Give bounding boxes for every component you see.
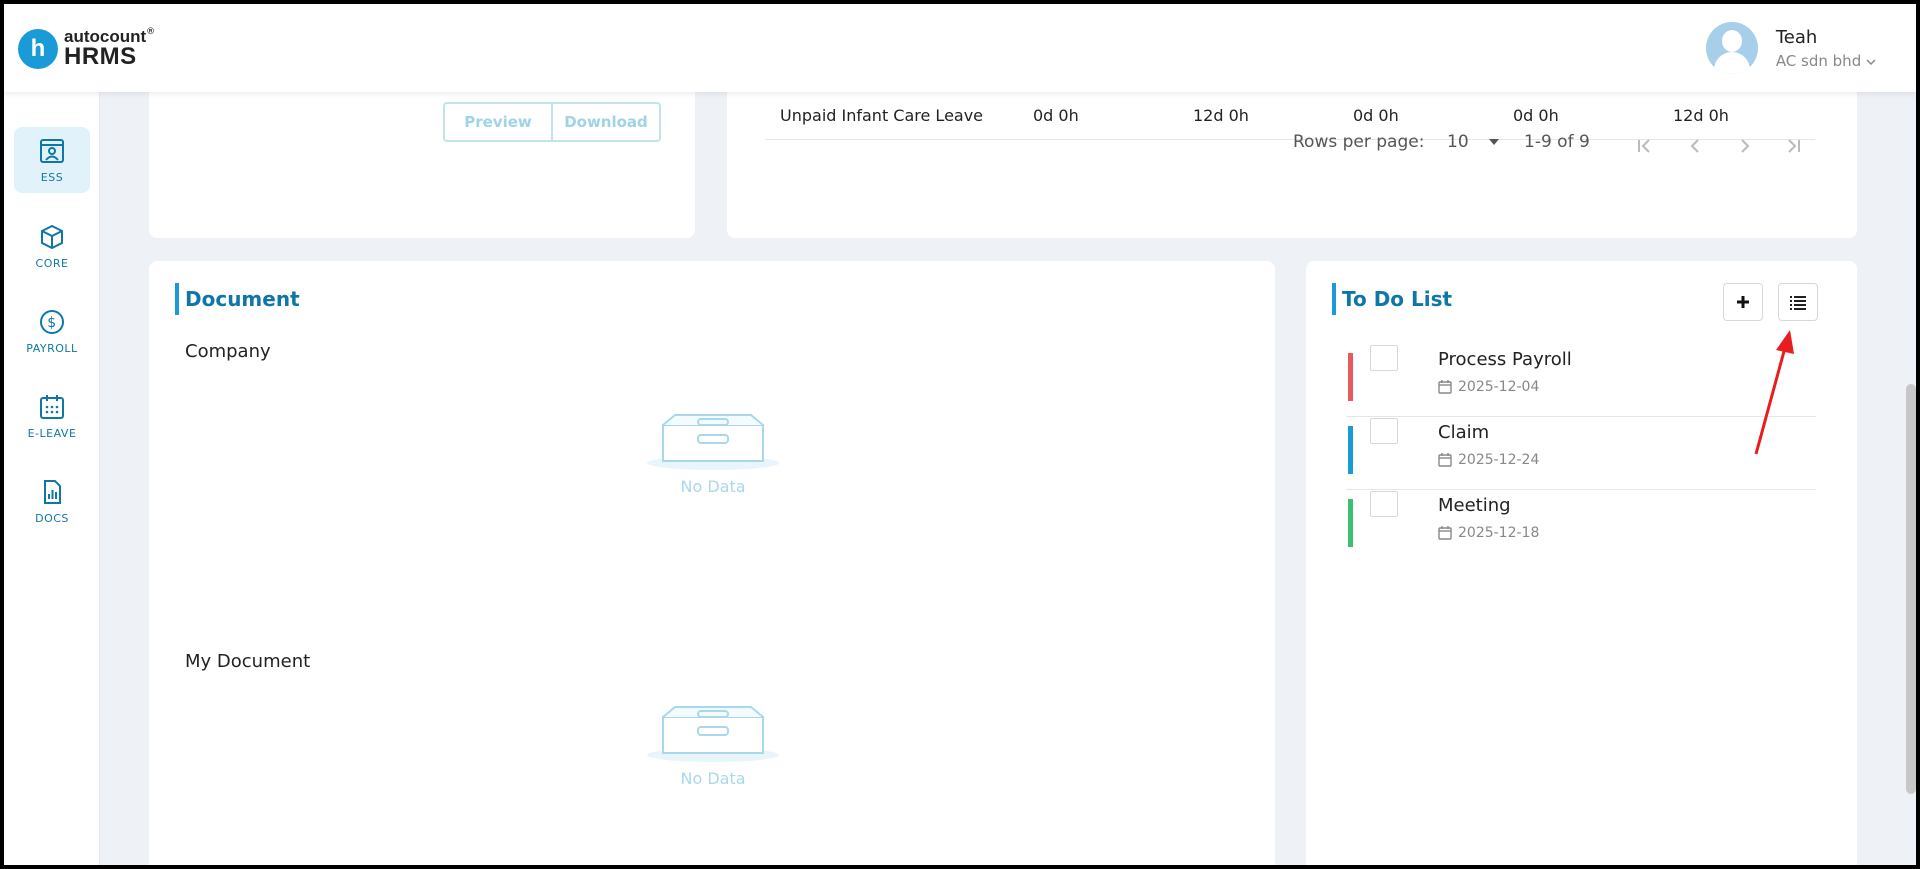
pagination-range: 1-9 of 9 <box>1524 132 1590 152</box>
todo-name: Meeting <box>1438 495 1511 516</box>
no-data-text: No Data <box>680 477 746 496</box>
sidebar-item-e-leave[interactable]: E-LEAVE <box>14 383 90 449</box>
todo-checkbox[interactable] <box>1370 345 1398 371</box>
card-title: Document <box>175 283 300 315</box>
last-page-icon[interactable] <box>1783 136 1803 156</box>
top-header: h autocount® HRMS Teah AC sdn bhd <box>4 4 1916 92</box>
person-badge-icon <box>40 138 64 163</box>
sidebar-item-payroll[interactable]: $ PAYROLL <box>14 298 90 364</box>
sidebar-item-label: CORE <box>35 256 69 270</box>
avatar[interactable] <box>1705 22 1758 74</box>
calendar-icon <box>1438 380 1452 394</box>
section-company-label: Company <box>185 341 271 362</box>
todo-date: 2025-12-04 <box>1458 379 1540 395</box>
rows-per-page-value: 10 <box>1447 132 1469 152</box>
company-selector[interactable]: AC sdn bhd <box>1776 52 1876 70</box>
add-todo-button[interactable] <box>1723 283 1763 321</box>
todo-date: 2025-12-18 <box>1458 525 1540 541</box>
user-menu[interactable]: Teah AC sdn bhd <box>1705 22 1876 74</box>
todo-date: 2025-12-24 <box>1458 452 1540 468</box>
sidebar-item-label: DOCS <box>35 511 69 525</box>
sidebar: ESS CORE $ PAYROLL E-LEAVE DOCS <box>4 92 100 865</box>
empty-box-icon <box>647 414 779 470</box>
page-scrollbar[interactable] <box>1906 384 1916 794</box>
logo-registered-mark: ® <box>146 27 156 37</box>
todo-list-view-button[interactable] <box>1778 283 1818 321</box>
sidebar-item-label: E-LEAVE <box>27 426 77 440</box>
table-row: Unpaid Infant Care Leave 0d 0h 12d 0h 0d… <box>765 92 1815 140</box>
leave-value-cell: 0d 0h <box>1353 106 1399 125</box>
leave-value-cell: 12d 0h <box>1673 106 1729 125</box>
download-button[interactable]: Download <box>551 104 659 140</box>
priority-bar <box>1348 426 1353 474</box>
logo-mark-icon: h <box>18 28 58 69</box>
leave-value-cell: 12d 0h <box>1193 106 1249 125</box>
calendar-icon <box>1438 526 1452 540</box>
payslip-actions: Preview Download <box>443 102 661 142</box>
sidebar-item-label: ESS <box>40 170 64 184</box>
card-title: To Do List <box>1332 283 1452 315</box>
cube-icon <box>41 224 63 249</box>
sidebar-item-docs[interactable]: DOCS <box>14 468 90 534</box>
empty-box-icon <box>647 706 779 762</box>
list-item[interactable]: Meeting 2025-12-18 <box>1346 491 1816 563</box>
prev-page-icon[interactable] <box>1685 136 1705 156</box>
sidebar-item-ess[interactable]: ESS <box>14 127 90 193</box>
empty-state: No Data <box>643 411 783 496</box>
leave-type-cell: Unpaid Infant Care Leave <box>780 106 984 125</box>
no-data-text: No Data <box>680 769 746 788</box>
priority-bar <box>1348 499 1353 547</box>
calendar-icon <box>1438 453 1452 467</box>
logo-product-text: HRMS <box>64 43 137 70</box>
todo-checkbox[interactable] <box>1370 418 1398 444</box>
leave-value-cell: 0d 0h <box>1513 106 1559 125</box>
rows-per-page-select[interactable]: 10 <box>1447 132 1501 152</box>
leave-value-cell: 0d 0h <box>1033 106 1079 125</box>
next-page-icon[interactable] <box>1735 136 1755 156</box>
document-card: Document Company No Data My Document No … <box>149 261 1275 865</box>
first-page-icon[interactable] <box>1635 136 1655 156</box>
calendar-icon <box>40 394 64 419</box>
todo-name: Claim <box>1438 422 1490 443</box>
rows-per-page-label: Rows per page: <box>1293 132 1425 152</box>
priority-bar <box>1348 353 1353 401</box>
plus-icon <box>1737 296 1749 308</box>
sidebar-item-core[interactable]: CORE <box>14 213 90 279</box>
dollar-icon: $ <box>40 309 64 334</box>
user-name: Teah <box>1775 26 1818 48</box>
chevron-down-icon <box>1866 58 1876 65</box>
section-my-document-label: My Document <box>185 651 311 672</box>
company-name: AC sdn bhd <box>1775 51 1862 70</box>
svg-text:$: $ <box>47 315 56 331</box>
preview-button[interactable]: Preview <box>445 104 551 140</box>
app-frame: h autocount® HRMS Teah AC sdn bhd ESS CO… <box>4 4 1916 865</box>
todo-checkbox[interactable] <box>1370 491 1398 517</box>
todo-name: Process Payroll <box>1438 349 1572 370</box>
sidebar-item-label: PAYROLL <box>26 341 78 355</box>
list-icon <box>1790 296 1806 310</box>
empty-state: No Data <box>643 703 783 788</box>
annotation-arrow <box>1754 330 1794 455</box>
app-logo[interactable]: h autocount® HRMS <box>18 28 155 69</box>
caret-down-icon <box>1488 139 1499 145</box>
document-chart-icon <box>44 479 61 504</box>
